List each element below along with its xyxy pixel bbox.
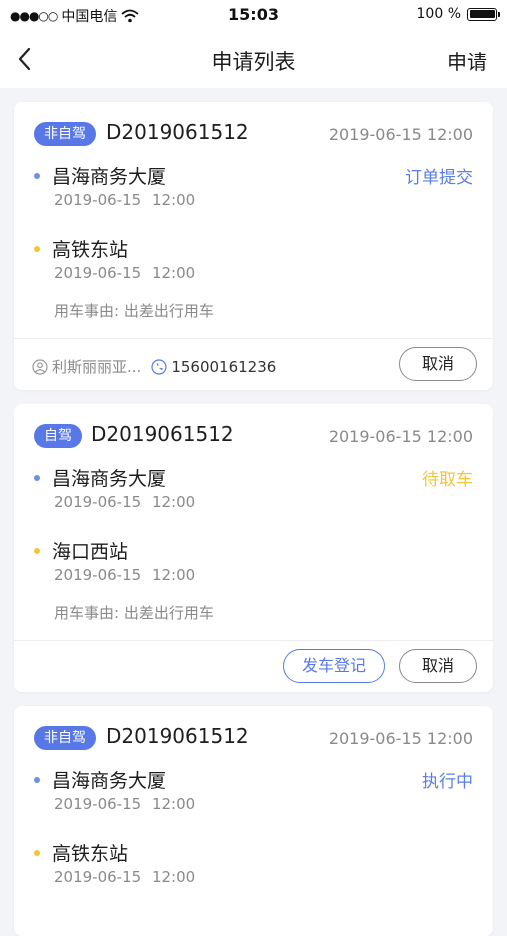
cancel-button[interactable]: 取消 — [399, 347, 477, 381]
destination-name: 海口西站 — [52, 541, 129, 563]
nav-bar: 申请列表 申请 — [0, 30, 507, 88]
battery-fill — [469, 10, 495, 18]
origin-time: 2019-06-15 12:00 — [54, 493, 196, 511]
destination-dot — [34, 246, 40, 252]
destination-stop: 高铁东站 2019-06-15 12:00 — [34, 839, 473, 889]
order-footer: 利斯丽丽亚... 15600161236 取消 — [32, 347, 477, 383]
battery-icon — [467, 7, 500, 21]
destination-stop: 海口西站 2019-06-15 12:00 — [34, 537, 473, 587]
drive-type-badge: 非自驾 — [34, 726, 96, 750]
order-footer: 发车登记 取消 — [32, 649, 477, 685]
origin-dot — [34, 173, 40, 179]
contact-info: 利斯丽丽亚... 15600161236 — [32, 356, 276, 377]
origin-name: 昌海商务大厦 — [52, 468, 167, 490]
origin-stop: 昌海商务大厦 2019-06-15 12:00 订单提交 — [34, 162, 473, 212]
order-header: 非自驾 D2019061512 2019-06-15 12:00 — [34, 120, 473, 148]
user-icon — [32, 358, 48, 375]
drive-type-badge: 自驾 — [34, 424, 82, 448]
order-status: 待取车 — [422, 470, 473, 490]
destination-dot — [34, 548, 40, 554]
destination-stop: 高铁东站 2019-06-15 12:00 — [34, 235, 473, 285]
order-card[interactable]: 非自驾 D2019061512 2019-06-15 12:00 昌海商务大厦 … — [14, 706, 493, 936]
destination-time: 2019-06-15 12:00 — [54, 868, 196, 886]
destination-name: 高铁东站 — [52, 843, 129, 865]
cancel-button[interactable]: 取消 — [399, 649, 477, 683]
contact-phone[interactable]: 15600161236 — [171, 358, 276, 376]
phone-icon[interactable] — [151, 358, 167, 375]
origin-time: 2019-06-15 12:00 — [54, 795, 196, 813]
origin-name: 昌海商务大厦 — [52, 770, 167, 792]
card-divider — [14, 338, 493, 339]
trip-reason: 用车事由: 出差出行用车 — [54, 302, 214, 320]
origin-name: 昌海商务大厦 — [52, 166, 167, 188]
trip-reason: 用车事由: 出差出行用车 — [54, 604, 214, 622]
origin-stop: 昌海商务大厦 2019-06-15 12:00 执行中 — [34, 766, 473, 816]
order-number: D2019061512 — [91, 422, 234, 446]
order-status: 订单提交 — [405, 168, 473, 188]
page-title: 申请列表 — [211, 50, 296, 74]
origin-dot — [34, 777, 40, 783]
order-header: 非自驾 D2019061512 2019-06-15 12:00 — [34, 724, 473, 752]
order-time: 2019-06-15 12:00 — [328, 427, 473, 446]
destination-dot — [34, 850, 40, 856]
drive-type-badge: 非自驾 — [34, 122, 96, 146]
vehicle-registration-button[interactable]: 发车登记 — [283, 649, 385, 683]
order-time: 2019-06-15 12:00 — [328, 729, 473, 748]
destination-time: 2019-06-15 12:00 — [54, 566, 196, 584]
contact-name: 利斯丽丽亚... — [52, 358, 142, 376]
order-header: 自驾 D2019061512 2019-06-15 12:00 — [34, 422, 473, 450]
origin-stop: 昌海商务大厦 2019-06-15 12:00 待取车 — [34, 464, 473, 514]
battery-percent: 100 % — [416, 6, 461, 22]
order-card[interactable]: 自驾 D2019061512 2019-06-15 12:00 昌海商务大厦 2… — [14, 404, 493, 692]
order-number: D2019061512 — [106, 120, 249, 144]
order-card[interactable]: 非自驾 D2019061512 2019-06-15 12:00 昌海商务大厦 … — [14, 102, 493, 390]
status-bar: ●●●○○ 中国电信 15:03 100 % — [0, 0, 507, 30]
card-divider — [14, 640, 493, 641]
origin-dot — [34, 475, 40, 481]
destination-time: 2019-06-15 12:00 — [54, 264, 196, 282]
destination-name: 高铁东站 — [52, 239, 129, 261]
order-status: 执行中 — [422, 772, 473, 792]
order-time: 2019-06-15 12:00 — [328, 125, 473, 144]
order-number: D2019061512 — [106, 724, 249, 748]
origin-time: 2019-06-15 12:00 — [54, 191, 196, 209]
battery-group: 100 % — [416, 6, 500, 22]
apply-button[interactable]: 申请 — [447, 46, 487, 75]
